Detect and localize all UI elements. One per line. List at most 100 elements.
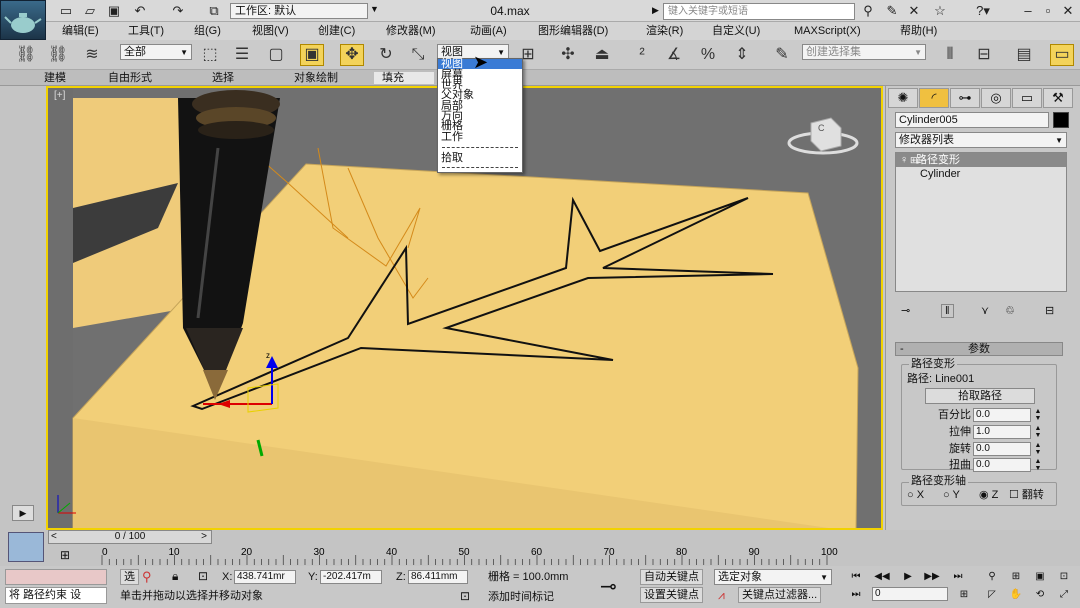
mini-curve-editor-icon[interactable] [8,532,44,562]
select-manipulate-icon[interactable]: ✣ [556,44,580,66]
object-color-swatch[interactable] [1053,112,1069,128]
axis-x-radio[interactable]: ○ X [907,488,924,502]
window-crossing-icon[interactable]: ▣ [300,44,324,66]
time-tag-icon[interactable]: ⊡ [460,589,470,603]
select-scale-icon[interactable]: ⤡ [406,44,430,66]
pan-view-icon[interactable]: ✋ [1006,588,1026,602]
workspace-select[interactable]: 工作区: 默认 [230,3,368,19]
angle-snap-icon[interactable]: ∡ [662,44,686,66]
select-move-icon[interactable]: ✥ [340,44,364,66]
modifier-list-select[interactable]: 修改器列表 [895,132,1067,148]
dropdown-item-pick[interactable]: 拾取 [441,153,463,164]
selection-region-icon[interactable]: ▢ [264,44,288,66]
create-tab-icon[interactable]: ✺ [888,88,918,108]
set-key-button[interactable]: 设置关键点 [640,587,703,603]
percent-spinner[interactable]: 0.0 [973,408,1031,422]
edit-named-selection-icon[interactable]: ✎ [770,44,794,66]
menu-modifiers[interactable]: 修改器(M) [386,24,436,38]
viewport-label[interactable]: [+] [54,90,65,101]
key-mode-toggle-icon[interactable]: ⏭ [846,588,866,602]
stretch-spinner-arrows-icon[interactable]: ▲ ▼ [1033,425,1043,439]
track-bar-ruler[interactable]: 0 10 20 30 40 50 60 70 80 90 100 [100,545,840,565]
isolate-icon[interactable]: ⚲ [142,569,152,585]
minimize-icon[interactable]: – [1020,3,1036,19]
unlink-icon[interactable]: ⛓ [46,44,70,66]
flip-checkbox[interactable]: ☐ 翻转 [1009,488,1044,502]
ribbon-tab-freeform[interactable]: 自由形式 [108,72,152,84]
menu-view[interactable]: 视图(V) [252,24,289,38]
percent-snap-icon[interactable]: % [696,44,720,66]
pin-stack-icon[interactable]: ⊸ [901,304,910,317]
graphite-toggle-icon[interactable]: ▭ [1050,44,1074,66]
utilities-tab-icon[interactable]: ⚒ [1043,88,1073,108]
exchange-icon[interactable]: ✕ [906,3,922,19]
slider-next-icon[interactable]: > [201,531,207,543]
menu-edit[interactable]: 编辑(E) [62,24,99,38]
modify-tab-icon[interactable]: ◜ [919,88,949,108]
close-icon[interactable]: ✕ [1060,3,1076,19]
mirror-icon[interactable]: ⫴ [938,44,962,66]
communication-icon[interactable]: ✎ [884,3,900,19]
add-time-tag[interactable]: 添加时间标记 [488,590,554,604]
rotation-spinner-arrows-icon[interactable]: ▲ ▼ [1033,442,1043,456]
link-icon[interactable]: ⛓ [14,44,38,66]
keyword-search-input[interactable]: 键入关键字或短语 [663,3,855,20]
coord-y-field[interactable]: -202.417m [320,570,382,584]
undo-icon[interactable]: ↶ [132,3,148,19]
object-name-field[interactable]: Cylinder005 [895,112,1049,128]
favorites-star-icon[interactable]: ☆ [932,3,948,19]
coord-x-field[interactable]: 438.741mr [234,570,296,584]
ribbon-tab-object-paint[interactable]: 对象绘制 [294,72,338,84]
field-of-view-icon[interactable]: ◸ [982,588,1002,602]
percent-spinner-arrows-icon[interactable]: ▲ ▼ [1033,408,1043,422]
maximize-icon[interactable]: ▫ [1040,3,1056,19]
named-selection-set-select[interactable]: 创建选择集 [802,44,926,60]
go-to-end-icon[interactable]: ⏭ [948,570,968,584]
time-slider[interactable]: < 0 / 100 > [48,530,212,544]
select-rotate-icon[interactable]: ↻ [374,44,398,66]
orbit-icon[interactable]: ⟲ [1030,588,1050,602]
app-logo-button[interactable] [0,0,46,40]
zoom-icon[interactable]: ⚲ [982,570,1002,584]
twist-spinner-arrows-icon[interactable]: ▲ ▼ [1033,458,1043,472]
absolute-transform-icon[interactable]: ⊡ [198,569,208,583]
previous-frame-icon[interactable]: ◀◀ [872,570,892,584]
play-icon[interactable]: ▶ [898,570,918,584]
help-button[interactable]: ?▾ [970,3,996,19]
align-icon[interactable]: ⊟ [972,44,996,66]
menu-group[interactable]: 组(G) [194,24,221,38]
open-file-icon[interactable]: ▱ [82,3,98,19]
key-filters-icon[interactable]: ⩘ [718,588,725,603]
motion-tab-icon[interactable]: ◎ [981,88,1011,108]
expand-icon[interactable]: ⊞ [910,153,918,167]
select-by-name-icon[interactable]: ☰ [230,44,254,66]
modifier-stack[interactable]: ♀ ⊞ 路径变形 Cylinder [895,152,1067,292]
binoculars-icon[interactable]: ⚲ [860,3,876,19]
axis-y-radio[interactable]: ○ Y [943,488,960,502]
track-bar-icon[interactable]: ⊞ [60,548,76,562]
ribbon-tab-selection[interactable]: 选择 [212,72,234,84]
zoom-extents-all-icon[interactable]: ⊡ [1054,570,1074,584]
play-preview-icon[interactable]: ▶ [12,505,34,521]
configure-sets-icon[interactable]: ⊟ [1045,304,1054,317]
hierarchy-tab-icon[interactable]: ⊶ [950,88,980,108]
project-folder-icon[interactable]: ⧉ [206,3,222,19]
display-tab-icon[interactable]: ▭ [1012,88,1042,108]
stack-item-path-deform[interactable]: ♀ ⊞ 路径变形 [896,153,1066,167]
workspace-dropdown-arrow-icon[interactable]: ▼ [370,4,379,14]
slider-prev-icon[interactable]: < [51,531,57,543]
coord-z-field[interactable]: 86.411mm [408,570,468,584]
maxscript-listener-mini[interactable] [5,569,107,585]
save-file-icon[interactable]: ▣ [106,3,122,19]
menu-help[interactable]: 帮助(H) [900,24,937,38]
menu-graph-editors[interactable]: 图形编辑器(D) [538,24,608,38]
key-mode-select[interactable]: 选定对象 [714,569,832,585]
zoom-all-icon[interactable]: ⊞ [1006,570,1026,584]
auto-key-button[interactable]: 自动关键点 [640,569,703,585]
menu-customize[interactable]: 自定义(U) [712,24,760,38]
make-unique-icon[interactable]: ⋎ [981,304,989,317]
menu-tools[interactable]: 工具(T) [128,24,164,38]
menu-maxscript[interactable]: MAXScript(X) [794,24,861,38]
bind-space-warp-icon[interactable]: ≋ [80,44,104,66]
remove-modifier-icon[interactable]: ♲ [1005,304,1015,317]
